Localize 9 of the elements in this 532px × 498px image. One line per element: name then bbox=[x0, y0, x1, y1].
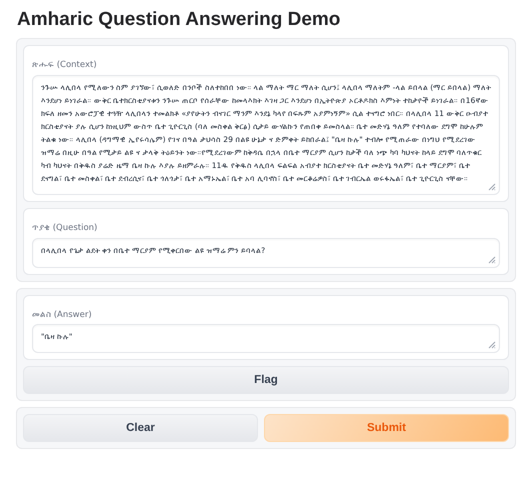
flag-button[interactable]: Flag bbox=[23, 366, 509, 394]
field-label: ጥያቄ (Question) bbox=[32, 222, 98, 234]
resize-handle-icon[interactable] bbox=[488, 182, 496, 191]
field-label: ጽሑፍ (Context) bbox=[32, 59, 97, 72]
clear-button[interactable]: Clear bbox=[23, 414, 258, 442]
resize-handle-icon[interactable] bbox=[488, 256, 496, 264]
field-label: መልስ (Answer) bbox=[32, 308, 92, 322]
page-title: Amharic Question Answering Demo bbox=[16, 8, 342, 32]
resize-handle-icon[interactable] bbox=[488, 341, 496, 350]
